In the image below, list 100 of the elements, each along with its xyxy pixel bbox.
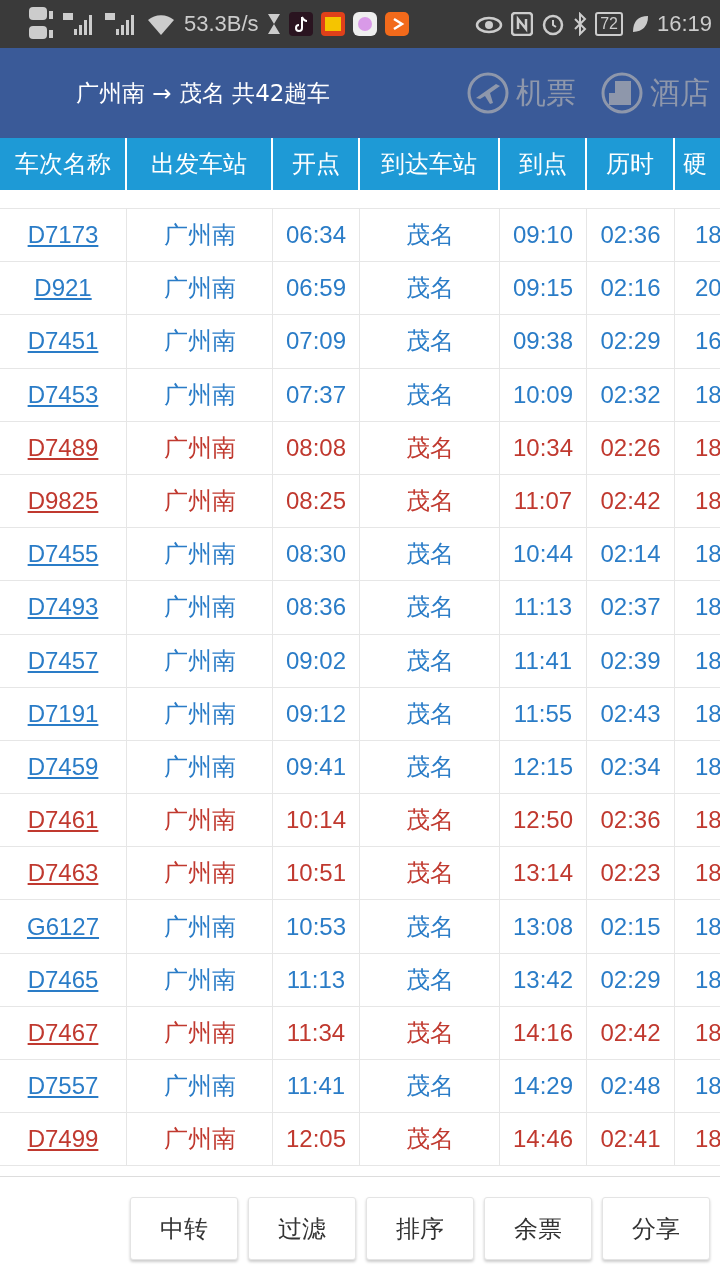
table-cell: 08:36 xyxy=(285,593,347,622)
train-link[interactable]: G6127 xyxy=(26,912,100,941)
table-cell: 02:15 xyxy=(600,912,661,941)
table-cell-text: 广州南 xyxy=(163,1124,236,1155)
table-cell: 18 xyxy=(695,380,720,409)
train-link[interactable]: D7451 xyxy=(27,327,99,356)
table-cell-text: 茂名 xyxy=(405,698,454,729)
train-link[interactable]: D921 xyxy=(34,274,92,303)
column-header[interactable]: 车次名称 xyxy=(0,138,127,190)
train-link[interactable]: D7489 xyxy=(27,433,99,462)
table-cell: 18 xyxy=(695,1125,720,1154)
table-cell-text: 茂名 xyxy=(405,964,454,995)
app-icon xyxy=(352,12,377,36)
table-cell: 18 xyxy=(695,806,720,835)
table-cell-text: 广州南 xyxy=(163,220,236,251)
table-cell-text: 茂名 xyxy=(405,805,454,836)
table-cell: 08:08 xyxy=(285,433,347,462)
table-cell: 12:50 xyxy=(512,806,574,835)
action-button[interactable]: 分享 xyxy=(602,1197,710,1261)
table-cell: 20 xyxy=(695,274,720,303)
train-link[interactable]: D7191 xyxy=(27,699,99,728)
table-cell: 10:44 xyxy=(512,540,574,569)
table-cell: 18 xyxy=(695,859,720,888)
table-cell: 18 xyxy=(695,912,720,941)
train-link[interactable]: D7173 xyxy=(27,221,99,250)
table-cell: 07:09 xyxy=(285,327,347,356)
table-cell-text: 茂名 xyxy=(405,539,454,570)
table-cell: 11:55 xyxy=(513,699,573,728)
column-header[interactable]: 到达车站 xyxy=(360,138,500,190)
table-cell: 09:10 xyxy=(512,221,574,250)
train-link[interactable]: D7455 xyxy=(27,540,99,569)
table-cell: 02:42 xyxy=(600,1018,661,1047)
action-button[interactable]: 过滤 xyxy=(248,1197,356,1261)
table-cell: 02:37 xyxy=(600,593,661,622)
train-link[interactable]: D7467 xyxy=(27,1018,99,1047)
table-cell-text: 茂名 xyxy=(405,751,454,782)
action-button[interactable]: 余票 xyxy=(484,1197,592,1261)
header-link[interactable]: 机票 xyxy=(466,71,576,115)
table-cell: 02:42 xyxy=(600,487,661,516)
leaf-icon xyxy=(630,14,649,34)
table-cell: 18 xyxy=(695,487,720,516)
table-cell: 08:30 xyxy=(285,540,347,569)
train-link[interactable]: D7459 xyxy=(27,752,99,781)
table-cell: 02:39 xyxy=(600,646,661,675)
table-cell: 11:41 xyxy=(513,646,573,675)
table-cell-text: 茂名 xyxy=(405,432,454,463)
table-cell: 09:02 xyxy=(285,646,347,675)
table-cell: 02:23 xyxy=(600,859,661,888)
train-link[interactable]: D7465 xyxy=(27,965,99,994)
column-header[interactable]: 历时 xyxy=(587,138,675,190)
table-cell: 18 xyxy=(695,433,720,462)
train-link[interactable]: D7453 xyxy=(27,380,99,409)
table-cell: 06:34 xyxy=(285,221,347,250)
table-cell-text: 广州南 xyxy=(163,592,236,623)
table-cell-text: 广州南 xyxy=(163,805,236,836)
table-cell: 11:41 xyxy=(286,1072,346,1101)
alarm-icon xyxy=(541,12,566,36)
table-cell: 16 xyxy=(695,327,720,356)
action-button[interactable]: 中转 xyxy=(130,1197,238,1261)
table-cell: 09:41 xyxy=(285,752,347,781)
train-link[interactable]: D9825 xyxy=(27,487,99,516)
train-link[interactable]: D7457 xyxy=(27,646,99,675)
table-cell-text: 茂名 xyxy=(405,486,454,517)
table-cell-text: 广州南 xyxy=(163,698,236,729)
column-header[interactable]: 硬 xyxy=(675,138,720,190)
table-cell: 10:53 xyxy=(285,912,347,941)
app-icon xyxy=(288,12,313,36)
train-link[interactable]: D7499 xyxy=(27,1125,99,1154)
table-cell: 11:13 xyxy=(286,965,346,994)
table-cell: 02:36 xyxy=(600,806,661,835)
table-cell: 11:34 xyxy=(286,1018,346,1047)
table-cell: 12:15 xyxy=(512,752,574,781)
header-link[interactable]: 酒店 xyxy=(600,71,710,115)
table-cell: 09:12 xyxy=(285,699,347,728)
table-cell-text: 茂名 xyxy=(405,1124,454,1155)
train-link[interactable]: D7557 xyxy=(27,1072,99,1101)
action-button[interactable]: 排序 xyxy=(366,1197,474,1261)
route-title: 广州南 → 茂名 共42趟车 xyxy=(76,78,331,108)
table-cell: 08:25 xyxy=(285,487,347,516)
column-header[interactable]: 开点 xyxy=(273,138,360,190)
table-cell-text: 广州南 xyxy=(163,858,236,889)
table-cell: 18 xyxy=(695,1072,720,1101)
table-cell: 07:37 xyxy=(285,380,347,409)
table-cell: 14:16 xyxy=(512,1018,574,1047)
column-header[interactable]: 出发车站 xyxy=(127,138,273,190)
table-cell-text: 广州南 xyxy=(163,539,236,570)
table-cell: 09:38 xyxy=(512,327,574,356)
table-cell-text: 广州南 xyxy=(163,486,236,517)
table-cell-text: 茂名 xyxy=(405,220,454,251)
train-link[interactable]: D7461 xyxy=(27,806,99,835)
hourglass-icon xyxy=(266,13,281,35)
bluetooth-icon xyxy=(573,12,588,36)
wifi-icon xyxy=(146,12,176,36)
table-cell: 11:13 xyxy=(513,593,573,622)
play-icon xyxy=(384,12,409,36)
train-link[interactable]: D7493 xyxy=(27,593,99,622)
train-link[interactable]: D7463 xyxy=(27,859,99,888)
table-cell: 02:48 xyxy=(600,1072,661,1101)
table-cell: 18 xyxy=(695,965,720,994)
column-header[interactable]: 到点 xyxy=(500,138,587,190)
